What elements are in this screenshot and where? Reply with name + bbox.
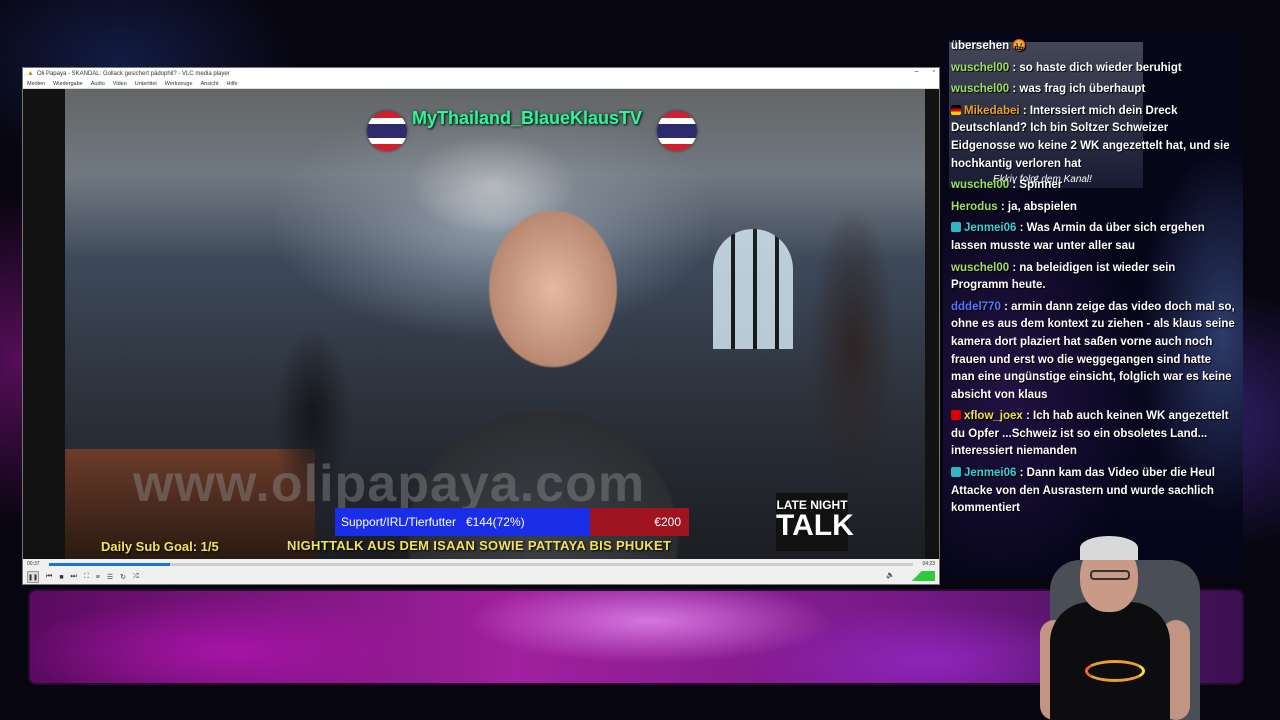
- pause-button[interactable]: ❚❚: [27, 571, 39, 583]
- menu-media[interactable]: Medien: [27, 81, 45, 87]
- shirt-logo-icon: [1085, 660, 1145, 682]
- loop-icon[interactable]: ↻: [120, 573, 126, 581]
- stop-icon[interactable]: ■: [59, 574, 63, 581]
- chat-text: : so haste dich wieder beruhigt: [1012, 61, 1182, 74]
- chat-message: Jenmei06 : Dann kam das Video über die H…: [951, 465, 1235, 518]
- sub-badge-icon: [951, 222, 961, 233]
- fullscreen-icon[interactable]: ⛶: [84, 573, 89, 581]
- glasses-icon: [1090, 570, 1130, 580]
- daily-sub-goal: Daily Sub Goal: 1/5: [101, 539, 219, 554]
- seek-bar[interactable]: 00:37 04:23: [23, 560, 939, 569]
- chat-username[interactable]: wuschel00: [951, 62, 1009, 74]
- menu-view[interactable]: Ansicht: [201, 81, 219, 87]
- vlc-window[interactable]: ▲ Oli Papaya - SKANDAL: Gollack gesicher…: [22, 67, 940, 585]
- shuffle-icon[interactable]: ⤮: [133, 573, 139, 581]
- webcam-hair: [1080, 536, 1138, 560]
- minimize-icon[interactable]: –: [915, 68, 919, 75]
- chat-messages: übersehen 🤬 wuschel00 : so haste dich wie…: [951, 38, 1235, 522]
- chat-message: Herodus : ja, abspielen: [951, 199, 1235, 217]
- control-bar: ❚❚ ⏮ ■ ⏭ ⛶ ≡ ☰ ↻ ⤮: [23, 569, 939, 585]
- time-elapsed: 00:37: [27, 561, 40, 567]
- menu-audio[interactable]: Audio: [91, 81, 105, 87]
- thai-flag-icon: [367, 111, 407, 151]
- watermark: www.olipapaya.com: [133, 455, 646, 513]
- chat-message: übersehen 🤬: [951, 38, 1235, 56]
- donation-goal-bar: Support/IRL/Tierfutter €144(72%) €200: [335, 508, 689, 536]
- chat-username[interactable]: Mikedabei: [964, 105, 1020, 117]
- ticker-text: NIGHTTALK AUS DEM ISAAN SOWIE PATTAYA BI…: [287, 538, 672, 553]
- webcam: [930, 530, 1230, 720]
- chat-message: dddel770 : armin dann zeige das video do…: [951, 299, 1235, 405]
- menu-video[interactable]: Video: [113, 81, 127, 87]
- chat-message: Jenmei06 : Was Armin da über sich ergehe…: [951, 220, 1235, 255]
- chat-username[interactable]: Jenmei06: [964, 467, 1016, 479]
- video-area[interactable]: MyThailand_BlaueKlausTV www.olipapaya.co…: [23, 89, 939, 559]
- maximize-icon[interactable]: ▫: [933, 68, 935, 75]
- goal-progress: €144(72%): [465, 515, 525, 529]
- flag-ch-badge-icon: [951, 410, 961, 421]
- goal-label: Support/IRL/Tierfutter: [341, 515, 456, 529]
- seek-track[interactable]: [49, 563, 913, 566]
- scene-pillar-right: [925, 89, 939, 559]
- chat-username[interactable]: xflow_joex: [964, 410, 1023, 422]
- channel-name: MyThailand_BlaueKlausTV: [412, 108, 643, 128]
- chat-username[interactable]: wuschel00: [951, 262, 1009, 274]
- chat-text: : Spinner: [1012, 179, 1063, 192]
- chat-message: Mikedabei : Interssiert mich dein Dreck …: [951, 103, 1235, 173]
- sub-badge-icon: [951, 467, 961, 478]
- chat-username[interactable]: Herodus: [951, 201, 998, 213]
- speaker-icon[interactable]: 🔈: [886, 571, 895, 579]
- menu-subtitles[interactable]: Untertitel: [135, 81, 157, 87]
- chat-message: wuschel00 : so haste dich wieder beruhig…: [951, 60, 1235, 78]
- chat-username[interactable]: Jenmei06: [964, 222, 1016, 234]
- window-title: Oli Papaya - SKANDAL: Gollack gesichert …: [36, 70, 230, 77]
- next-icon[interactable]: ⏭: [71, 573, 77, 581]
- chat-message: wuschel00 : was frag ich überhaupt: [951, 81, 1235, 99]
- playlist-icon[interactable]: ☰: [107, 573, 113, 581]
- late-night-talk-logo: LATE NIGHT TALK: [776, 493, 854, 551]
- vlc-cone-icon: ▲: [27, 70, 34, 77]
- scene-pillar-left: [23, 89, 65, 559]
- chat-message: xflow_joex : Ich hab auch keinen WK ange…: [951, 408, 1235, 461]
- chat-username[interactable]: dddel770: [951, 301, 1001, 313]
- chat-text: : was frag ich überhaupt: [1012, 83, 1146, 96]
- seek-played: [49, 563, 170, 566]
- chat-message: wuschel00 : na beleidigen ist wieder sei…: [951, 260, 1235, 295]
- chat-text: : ja, abspielen: [1000, 200, 1077, 213]
- chat-username[interactable]: wuschel00: [951, 179, 1009, 191]
- menu-help[interactable]: Hilfe: [227, 81, 238, 87]
- chat-panel: Ekkiv folgt dem Kanal! übersehen 🤬 wusche…: [943, 32, 1243, 577]
- extended-settings-icon[interactable]: ≡: [96, 574, 100, 581]
- menu-playback[interactable]: Wiedergabe: [53, 81, 83, 87]
- goal-target: €200: [654, 515, 681, 529]
- previous-icon[interactable]: ⏮: [46, 573, 52, 581]
- title-bar[interactable]: ▲ Oli Papaya - SKANDAL: Gollack gesicher…: [23, 68, 939, 79]
- chat-username[interactable]: wuschel00: [951, 83, 1009, 95]
- flag-de-badge-icon: [951, 104, 961, 115]
- menu-tools[interactable]: Werkzeuge: [165, 81, 193, 87]
- chat-message: wuschel00 : Spinner: [951, 177, 1235, 195]
- chat-text: : armin dann zeige das video doch mal so…: [951, 300, 1235, 401]
- menu-bar: Medien Wiedergabe Audio Video Untertitel…: [23, 79, 939, 89]
- thai-flag-icon: [657, 111, 697, 151]
- chat-text: übersehen 🤬: [951, 40, 1027, 52]
